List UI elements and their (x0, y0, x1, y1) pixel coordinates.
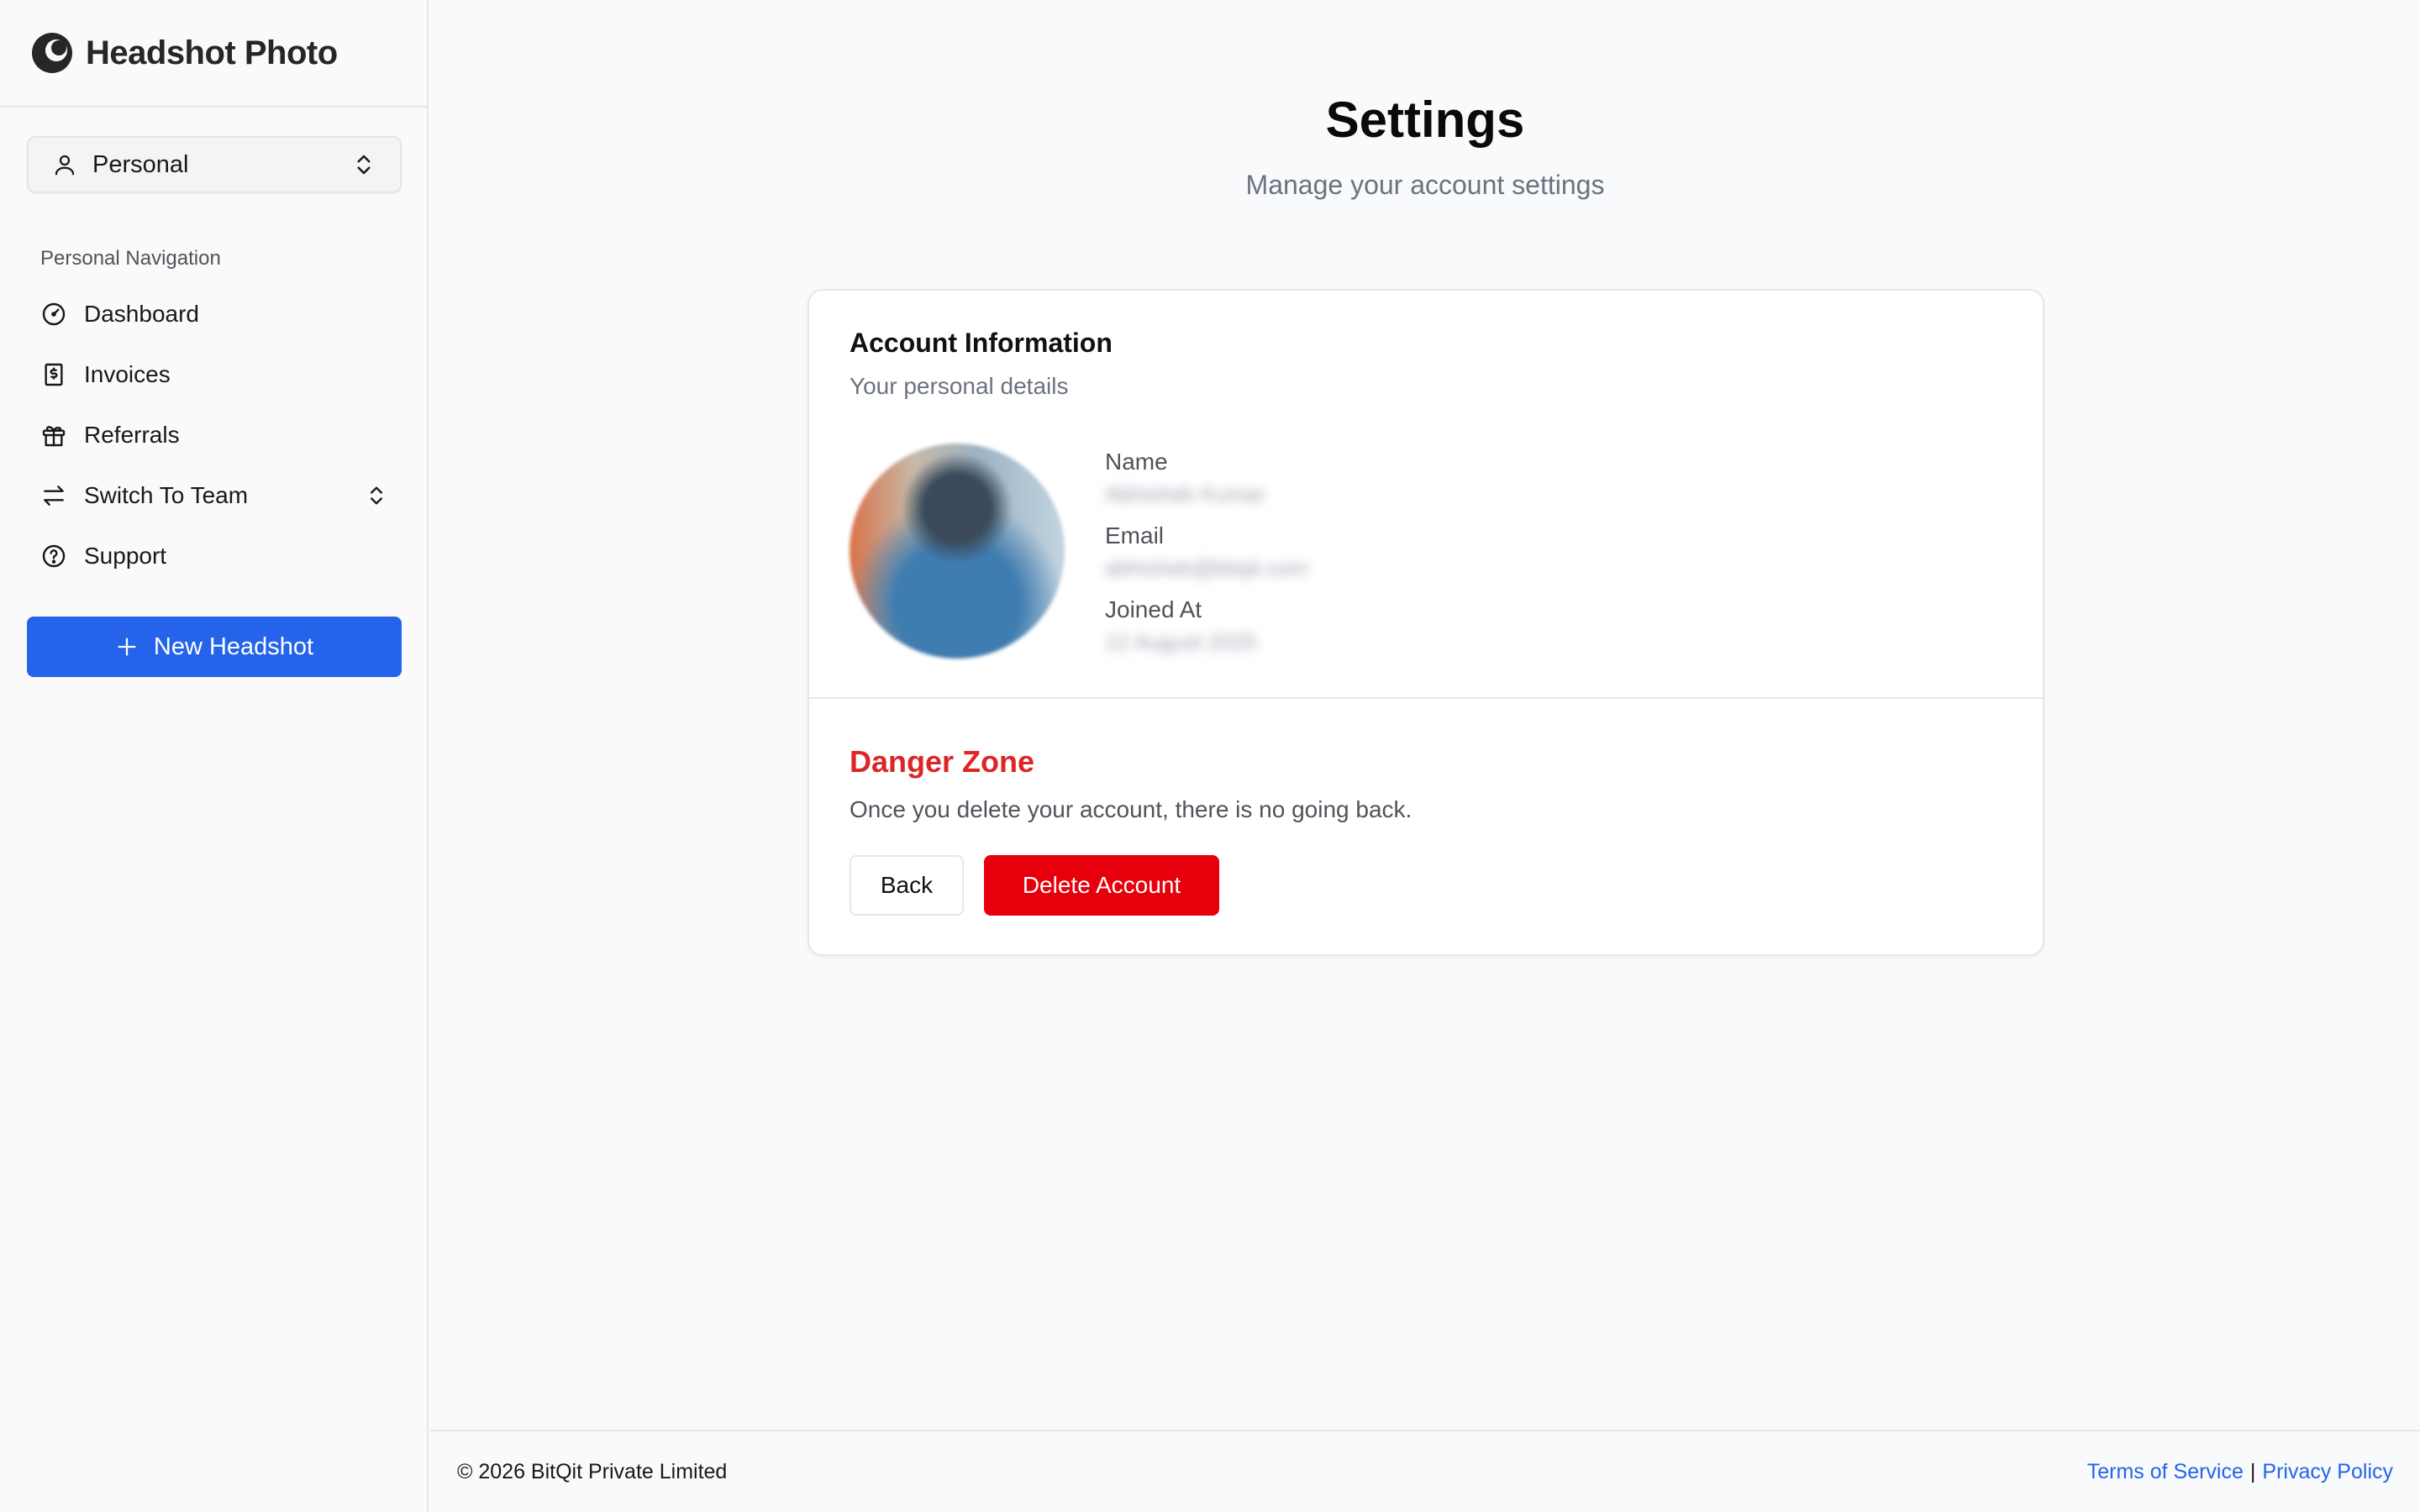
sidebar-item-label: Support (84, 543, 167, 569)
account-details: Name Abhishek Kumar Email abhishek@bitqi… (1105, 445, 1308, 667)
account-switcher-label: Personal (92, 150, 189, 178)
name-field: Name Abhishek Kumar (1105, 445, 1308, 519)
copyright: © 2026 BitQit Private Limited (457, 1459, 728, 1483)
sidebar-item-dashboard[interactable]: Dashboard (27, 284, 402, 344)
settings-card: Account Information Your personal detail… (808, 289, 2044, 956)
field-label: Name (1105, 449, 1168, 475)
account-information-title: Account Information (850, 328, 1113, 358)
sidebar: Headshot Photo Personal Personal Navigat… (0, 0, 429, 1512)
sidebar-item-referrals[interactable]: Referrals (27, 405, 402, 465)
sidebar-nav: Dashboard Invoices Referrals Switch To T… (27, 284, 402, 586)
page-subtitle: Manage your account settings (1245, 170, 1605, 200)
plus-icon (118, 638, 136, 656)
help-circle-icon (42, 544, 66, 568)
footer: © 2026 BitQit Private Limited Terms of S… (430, 1430, 2420, 1512)
brand[interactable]: Headshot Photo (0, 0, 427, 108)
terms-of-service-link[interactable]: Terms of Service (2087, 1460, 2244, 1484)
new-headshot-label: New Headshot (153, 633, 314, 660)
footer-separator: | (2249, 1459, 2256, 1483)
nav-heading: Personal Navigation (40, 247, 221, 270)
receipt-icon (45, 363, 63, 386)
main-content: Settings Manage your account settings Ac… (430, 0, 2420, 1428)
sidebar-item-label: Dashboard (84, 301, 199, 327)
delete-account-button[interactable]: Delete Account (984, 855, 1219, 916)
field-value: Abhishek Kumar (1105, 481, 1265, 507)
account-information-description: Your personal details (850, 373, 1069, 399)
arrows-swap-icon (44, 486, 64, 506)
sidebar-item-label: Invoices (84, 361, 171, 387)
user-icon (55, 155, 75, 176)
field-label: Joined At (1105, 596, 1202, 622)
back-button[interactable]: Back (850, 855, 964, 916)
danger-zone-title: Danger Zone (850, 744, 1035, 779)
moon-logo-icon (32, 33, 72, 73)
email-field: Email abhishek@bitqit.com (1105, 519, 1308, 593)
account-information-section: Account Information Your personal detail… (809, 291, 2043, 699)
new-headshot-button[interactable]: New Headshot (27, 617, 402, 677)
account-switcher[interactable]: Personal (27, 136, 402, 193)
page-title: Settings (1325, 92, 1525, 148)
avatar (850, 444, 1065, 659)
sidebar-item-label: Switch To Team (84, 482, 249, 508)
field-value: abhishek@bitqit.com (1105, 555, 1308, 580)
chevron-up-down-icon (357, 155, 371, 175)
chevron-up-down-icon (371, 486, 382, 505)
field-label: Email (1105, 522, 1165, 549)
sidebar-item-label: Referrals (84, 422, 180, 448)
privacy-policy-link[interactable]: Privacy Policy (2262, 1460, 2393, 1484)
brand-name: Headshot Photo (86, 34, 338, 71)
sidebar-item-invoices[interactable]: Invoices (27, 344, 402, 405)
sidebar-item-switch-to-team[interactable]: Switch To Team (27, 465, 402, 526)
gift-icon (42, 426, 66, 447)
gauge-icon (42, 302, 66, 326)
footer-links: Terms of Service | Privacy Policy (2087, 1460, 2393, 1484)
field-value: 12 August 2025 (1105, 629, 1257, 654)
danger-zone-description: Once you delete your account, there is n… (850, 796, 1413, 822)
sidebar-item-support[interactable]: Support (27, 526, 402, 586)
joined-at-field: Joined At 12 August 2025 (1105, 593, 1308, 667)
